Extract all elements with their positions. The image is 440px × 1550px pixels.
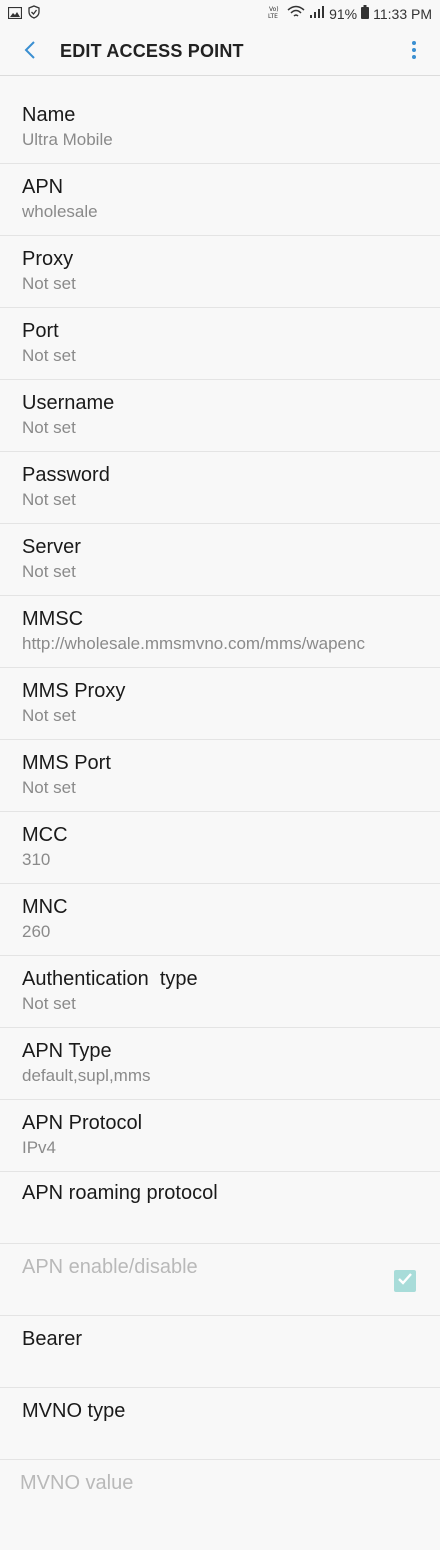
battery-icon xyxy=(361,5,370,22)
status-bar: Vo) LTE 91% 11:33 PM xyxy=(0,0,440,28)
setting-authentication-type[interactable]: Authentication type Not set xyxy=(0,956,440,1028)
setting-label: Authentication type xyxy=(22,968,198,990)
page-title: EDIT ACCESS POINT xyxy=(60,41,244,61)
setting-label: Port xyxy=(22,320,59,342)
setting-label: APN Protocol xyxy=(22,1112,143,1134)
setting-value: wholesale xyxy=(22,202,98,221)
setting-label: Name xyxy=(22,104,76,126)
setting-label: MNC xyxy=(22,896,68,918)
signal-icon xyxy=(309,5,325,22)
back-button[interactable] xyxy=(16,38,44,66)
setting-label: MVNO value xyxy=(20,1472,134,1494)
setting-value: Not set xyxy=(22,994,76,1013)
setting-label: MMSC xyxy=(22,608,84,630)
setting-value: Not set xyxy=(22,706,76,725)
setting-label: Username xyxy=(22,392,115,414)
setting-value: Not set xyxy=(22,490,76,509)
setting-label: Proxy xyxy=(22,248,74,270)
setting-apn-enable[interactable]: APN enable/disable xyxy=(0,1244,440,1316)
setting-label: MMS Proxy xyxy=(22,680,126,702)
wifi-icon xyxy=(287,5,305,22)
setting-mvno-type[interactable]: MVNO type xyxy=(0,1388,440,1460)
setting-mnc[interactable]: MNC 260 xyxy=(0,884,440,956)
setting-label: APN roaming protocol xyxy=(22,1182,218,1204)
clock: 11:33 PM xyxy=(373,5,432,22)
setting-apn-protocol[interactable]: APN Protocol IPv4 xyxy=(0,1100,440,1172)
setting-server[interactable]: Server Not set xyxy=(0,524,440,596)
setting-value: 260 xyxy=(22,922,51,941)
shield-icon xyxy=(28,5,40,22)
setting-apn-roaming-protocol[interactable]: APN roaming protocol xyxy=(0,1172,440,1244)
app-bar: EDIT ACCESS POINT xyxy=(0,28,440,76)
setting-apn-type[interactable]: APN Type default,supl,mms xyxy=(0,1028,440,1100)
setting-value: http://wholesale.mmsmvno.com/mms/wapenc xyxy=(22,634,365,653)
setting-username[interactable]: Username Not set xyxy=(0,380,440,452)
setting-port[interactable]: Port Not set xyxy=(0,308,440,380)
status-left-icons xyxy=(7,5,40,22)
battery-percent: 91% xyxy=(329,5,358,22)
setting-value: Not set xyxy=(22,346,76,365)
setting-label: Password xyxy=(22,464,110,486)
gallery-icon xyxy=(7,6,23,22)
setting-mvno-value[interactable]: MVNO value xyxy=(0,1460,440,1532)
check-icon xyxy=(397,1272,413,1291)
setting-label: APN Type xyxy=(22,1040,112,1062)
setting-mmsc[interactable]: MMSC http://wholesale.mmsmvno.com/mms/wa… xyxy=(0,596,440,668)
setting-value: Not set xyxy=(22,418,76,437)
setting-mms-proxy[interactable]: MMS Proxy Not set xyxy=(0,668,440,740)
settings-list: Name Ultra Mobile APN wholesale Proxy No… xyxy=(0,92,440,1532)
status-right-icons: Vo) LTE 91% 11:33 PM xyxy=(267,5,432,22)
setting-label: MVNO type xyxy=(22,1400,126,1422)
setting-value: default,supl,mms xyxy=(22,1066,151,1085)
setting-name[interactable]: Name Ultra Mobile xyxy=(0,92,440,164)
svg-text:Vo): Vo) xyxy=(269,6,279,13)
setting-label: MCC xyxy=(22,824,68,846)
setting-value: 310 xyxy=(22,850,51,869)
setting-label: APN xyxy=(22,176,64,198)
setting-mcc[interactable]: MCC 310 xyxy=(0,812,440,884)
setting-proxy[interactable]: Proxy Not set xyxy=(0,236,440,308)
setting-password[interactable]: Password Not set xyxy=(0,452,440,524)
setting-label: Bearer xyxy=(22,1328,83,1350)
setting-value: Ultra Mobile xyxy=(22,130,113,149)
setting-value: Not set xyxy=(22,274,76,293)
setting-mms-port[interactable]: MMS Port Not set xyxy=(0,740,440,812)
setting-bearer[interactable]: Bearer xyxy=(0,1316,440,1388)
more-options-button[interactable] xyxy=(408,40,420,64)
svg-text:LTE: LTE xyxy=(268,13,278,19)
setting-value: Not set xyxy=(22,562,76,581)
setting-value: Not set xyxy=(22,778,76,797)
volte-icon: Vo) LTE xyxy=(267,5,283,22)
setting-apn[interactable]: APN wholesale xyxy=(0,164,440,236)
setting-label: Server xyxy=(22,536,81,558)
more-vert-icon xyxy=(412,40,416,64)
apn-enable-checkbox[interactable] xyxy=(394,1270,416,1292)
setting-label: MMS Port xyxy=(22,752,111,774)
setting-value: IPv4 xyxy=(22,1138,57,1157)
setting-label: APN enable/disable xyxy=(22,1256,198,1278)
chevron-left-icon xyxy=(24,40,36,64)
